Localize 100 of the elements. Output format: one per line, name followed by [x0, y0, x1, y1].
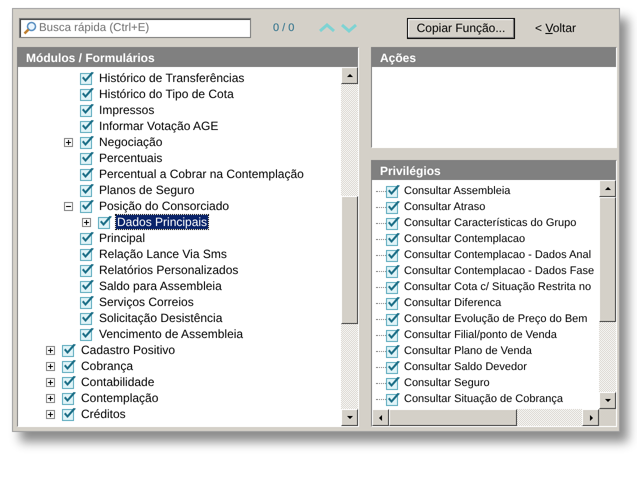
scroll-right-button[interactable]	[582, 409, 599, 426]
privilege-item[interactable]: Consultar Contemplacao - Dados Anal	[404, 249, 592, 261]
scrollbar-thumb[interactable]	[599, 197, 616, 322]
search-field[interactable]: Busca rápida (Ctrl+E)	[19, 18, 251, 38]
checkbox[interactable]	[386, 312, 401, 326]
copy-function-button[interactable]: Copiar Função...	[407, 18, 515, 38]
checkbox[interactable]	[62, 359, 77, 373]
tree-item[interactable]: Dados Principais	[116, 215, 208, 229]
checkbox[interactable]	[386, 392, 401, 406]
tree-item[interactable]: Histórico de Transferências	[98, 71, 246, 85]
tree-item[interactable]: Cadastro Positivo	[80, 343, 176, 357]
back-link[interactable]: < Voltar	[535, 21, 576, 35]
expand-icon[interactable]	[46, 378, 55, 386]
expand-icon[interactable]	[46, 410, 55, 418]
privilege-item[interactable]: Consultar Contemplacao - Dados Fase	[404, 265, 594, 277]
checkbox[interactable]	[386, 296, 401, 310]
expand-icon[interactable]	[82, 218, 91, 226]
scrollbar-thumb[interactable]	[389, 409, 517, 426]
search-icon	[23, 21, 37, 35]
tree-item[interactable]: Saldo para Assembleia	[98, 279, 223, 293]
checkbox[interactable]	[62, 343, 77, 357]
checkbox[interactable]	[386, 360, 401, 374]
panel-header: Ações	[372, 48, 616, 67]
tree-item[interactable]: Contabilidade	[80, 375, 156, 389]
checkbox[interactable]	[80, 327, 95, 341]
checkbox[interactable]	[98, 215, 113, 229]
tree-item[interactable]: Informar Votação AGE	[98, 119, 220, 133]
checkbox[interactable]	[80, 135, 95, 149]
panel-header: Privilégios	[372, 161, 616, 180]
scroll-down-button[interactable]	[341, 409, 358, 426]
checkbox[interactable]	[62, 391, 77, 405]
privilege-item[interactable]: Consultar Diferenca	[404, 297, 502, 309]
checkbox[interactable]	[80, 279, 95, 293]
checkbox[interactable]	[80, 295, 95, 309]
scrollbar-thumb[interactable]	[341, 196, 358, 324]
checkbox[interactable]	[80, 151, 95, 165]
privilege-item[interactable]: Consultar Características do Grupo	[404, 217, 576, 229]
tree-item[interactable]: Posição do Consorciado	[98, 199, 230, 213]
checkbox[interactable]	[386, 216, 401, 230]
checkbox[interactable]	[62, 407, 77, 421]
checkbox[interactable]	[80, 247, 95, 261]
checkbox[interactable]	[386, 248, 401, 262]
scroll-left-button[interactable]	[372, 409, 389, 426]
checkbox[interactable]	[386, 344, 401, 358]
privilege-item[interactable]: Consultar Contemplacao	[404, 233, 526, 245]
tree-item[interactable]: Vencimento de Assembleia	[98, 327, 244, 341]
expand-icon[interactable]	[46, 362, 55, 370]
checkbox[interactable]	[80, 183, 95, 197]
checkbox[interactable]	[386, 280, 401, 294]
checkbox[interactable]	[62, 375, 77, 389]
tree-item[interactable]: Principal	[98, 231, 146, 245]
horizontal-scrollbar[interactable]	[372, 409, 616, 426]
checkbox[interactable]	[386, 232, 401, 246]
tree-item[interactable]: Solicitação Desistência	[98, 311, 224, 325]
checkbox[interactable]	[80, 167, 95, 181]
tree-item[interactable]: Cobrança	[80, 359, 134, 373]
tree-item[interactable]: Créditos	[80, 407, 127, 421]
vertical-scrollbar[interactable]	[599, 180, 616, 409]
checkbox[interactable]	[80, 87, 95, 101]
privilege-item[interactable]: Consultar Assembleia	[404, 185, 510, 197]
tree-item[interactable]: Negociação	[98, 135, 164, 149]
checkbox[interactable]	[80, 119, 95, 133]
privilege-item[interactable]: Consultar Filial/ponto de Venda	[404, 329, 557, 341]
privilege-item[interactable]: Consultar Atraso	[404, 201, 486, 213]
collapse-icon[interactable]	[64, 202, 73, 210]
checkbox[interactable]	[386, 184, 401, 198]
checkbox[interactable]	[80, 263, 95, 277]
tree-item[interactable]: Relatórios Personalizados	[98, 263, 240, 277]
scroll-down-button[interactable]	[599, 392, 616, 409]
tree-item[interactable]: Contemplação	[80, 391, 160, 405]
expand-icon[interactable]	[64, 138, 73, 146]
tree-item[interactable]: Serviços Correios	[98, 295, 195, 309]
privilege-item[interactable]: Consultar Seguro	[404, 377, 490, 389]
checkbox[interactable]	[386, 200, 401, 214]
checkbox[interactable]	[80, 231, 95, 245]
privilege-item[interactable]: Consultar Saldo Devedor	[404, 361, 527, 373]
checkbox[interactable]	[80, 311, 95, 325]
checkbox[interactable]	[386, 264, 401, 278]
checkbox[interactable]	[80, 71, 95, 85]
vertical-scrollbar[interactable]	[341, 67, 358, 426]
tree-item[interactable]: Relação Lance Via Sms	[98, 247, 228, 261]
scroll-up-button[interactable]	[341, 67, 358, 84]
checkbox[interactable]	[80, 199, 95, 213]
tree-item[interactable]: Planos de Seguro	[98, 183, 196, 197]
privilege-item[interactable]: Consultar Evolução de Preço do Bem	[404, 313, 588, 325]
expand-icon[interactable]	[46, 346, 55, 354]
checkbox[interactable]	[386, 328, 401, 342]
checkbox[interactable]	[386, 376, 401, 390]
tree-item[interactable]: Percentual a Cobrar na Contemplação	[98, 167, 305, 181]
tree-item[interactable]: Percentuais	[98, 151, 164, 165]
scroll-up-button[interactable]	[599, 180, 616, 197]
privilege-item[interactable]: Consultar Situação de Cobrança	[404, 393, 563, 405]
privilege-item[interactable]: Consultar Cota c/ Situação Restrita no	[404, 281, 592, 293]
checkbox[interactable]	[80, 103, 95, 117]
tree-item[interactable]: Impressos	[98, 103, 156, 117]
privilege-item[interactable]: Consultar Plano de Venda	[404, 345, 532, 357]
tree-item[interactable]: Histórico do Tipo de Cota	[98, 87, 235, 101]
expand-icon[interactable]	[46, 394, 55, 402]
triangle-icon	[604, 396, 612, 404]
scrollbar-corner	[599, 409, 616, 426]
